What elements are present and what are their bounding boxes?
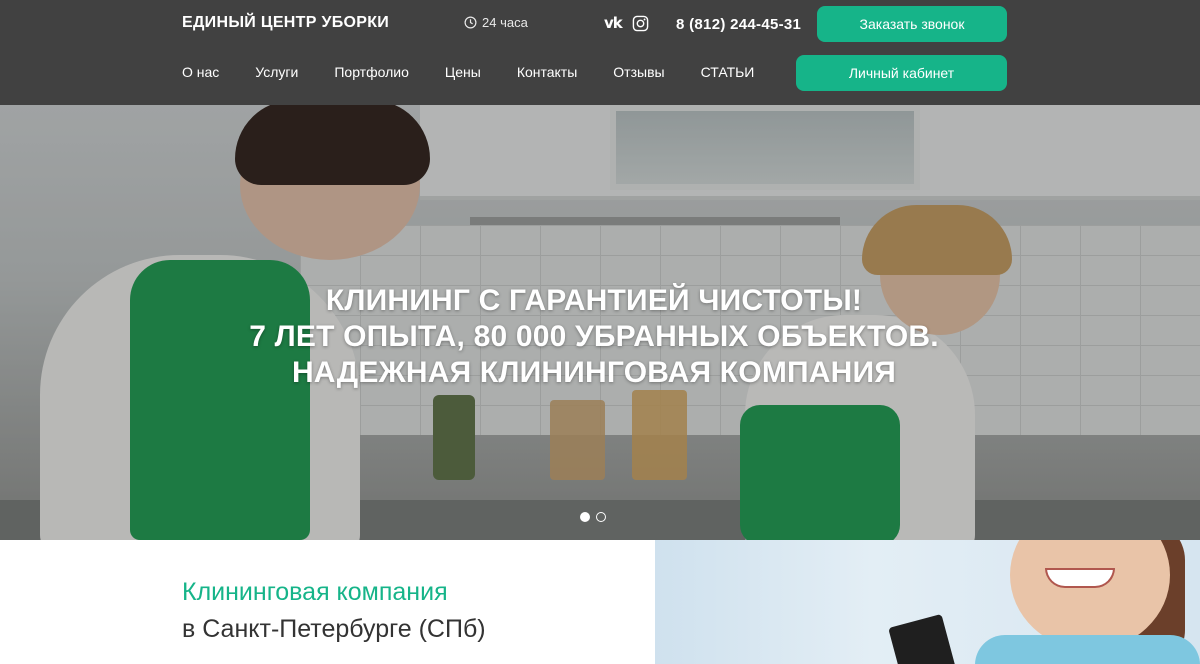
intro-title: Клининговая компания xyxy=(182,578,448,606)
nav-item-services[interactable]: Услуги xyxy=(255,64,298,80)
photo-shirt-decor xyxy=(975,635,1200,664)
vk-icon[interactable]: vk xyxy=(604,14,623,32)
slider-dot-2[interactable] xyxy=(596,512,606,522)
nav-item-prices[interactable]: Цены xyxy=(445,64,481,80)
nav-item-articles[interactable]: СТАТЬИ xyxy=(701,64,755,80)
photo-smile-decor xyxy=(1045,568,1115,588)
slider-dots xyxy=(580,512,606,522)
site-logo[interactable]: ЕДИНЫЙ ЦЕНТР УБОРКИ xyxy=(182,14,389,32)
intro-subtitle: в Санкт-Петербурге (СПб) xyxy=(182,615,486,643)
hero-headline-line: НАДЕЖНАЯ КЛИНИНГОВАЯ КОМПАНИЯ xyxy=(291,356,897,389)
hero-headline-line: КЛИНИНГ С ГАРАНТИЕЙ ЧИСТОТЫ! xyxy=(325,284,863,317)
hours-label: 24 часа xyxy=(482,15,528,30)
slider-dot-1[interactable] xyxy=(580,512,590,522)
instagram-icon[interactable] xyxy=(632,15,649,32)
phone-number[interactable]: 8 (812) 244-45-31 xyxy=(676,16,801,33)
nav-item-reviews[interactable]: Отзывы xyxy=(613,64,664,80)
main-nav: О нас Услуги Портфолио Цены Контакты Отз… xyxy=(182,64,790,80)
nav-item-about[interactable]: О нас xyxy=(182,64,219,80)
nav-item-portfolio[interactable]: Портфолио xyxy=(334,64,409,80)
hero-slider: КЛИНИНГ С ГАРАНТИЕЙ ЧИСТОТЫ! 7 ЛЕТ ОПЫТА… xyxy=(0,105,1200,540)
brush-icon xyxy=(888,613,957,664)
site-header: ЕДИНЫЙ ЦЕНТР УБОРКИ 24 часа vk 8 (812) 2… xyxy=(0,0,1200,105)
working-hours: 24 часа xyxy=(464,15,528,30)
personal-cabinet-button[interactable]: Личный кабинет xyxy=(796,55,1007,91)
intro-photo xyxy=(655,540,1200,664)
nav-item-contacts[interactable]: Контакты xyxy=(517,64,577,80)
order-call-button[interactable]: Заказать звонок xyxy=(817,6,1007,42)
hero-headline: КЛИНИНГ С ГАРАНТИЕЙ ЧИСТОТЫ! 7 ЛЕТ ОПЫТА… xyxy=(0,283,1188,391)
social-links: vk xyxy=(604,14,649,32)
hero-headline-line: 7 ЛЕТ ОПЫТА, 80 000 УБРАННЫХ ОБЪЕКТОВ. xyxy=(249,320,939,353)
clock-icon xyxy=(464,16,477,29)
